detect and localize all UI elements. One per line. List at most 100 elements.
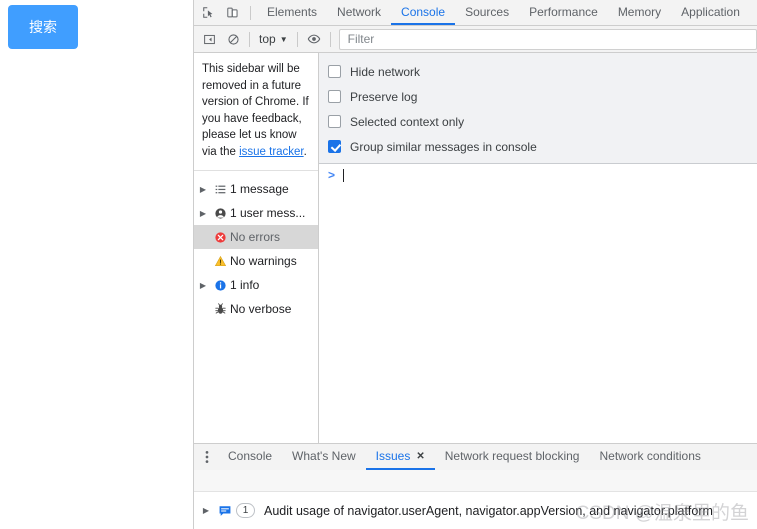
sidebar-item-label: 1 message	[230, 182, 289, 196]
preserve-log-checkbox[interactable]	[328, 90, 341, 103]
tab-sources[interactable]: Sources	[455, 0, 519, 25]
drawer-tab-whats-new[interactable]: What's New	[282, 444, 366, 470]
tab-console[interactable]: Console	[391, 0, 456, 25]
error-glyph	[214, 231, 226, 243]
console-body: This sidebar will be removed in a future…	[194, 53, 757, 443]
clear-console-icon[interactable]	[221, 28, 245, 50]
issue-message-icon	[214, 504, 236, 518]
issues-toolbar	[194, 470, 757, 492]
setting-hide-network[interactable]: Hide network	[319, 59, 757, 84]
toolbar-divider	[296, 31, 298, 47]
console-settings-panel: Hide network Preserve log Selected conte…	[319, 53, 757, 164]
list-icon	[210, 183, 230, 196]
sidebar-item-user-messages[interactable]: ▶ 1 user mess...	[194, 201, 318, 225]
sidebar-deprecation-notice: This sidebar will be removed in a future…	[194, 53, 318, 171]
console-sidebar: This sidebar will be removed in a future…	[194, 53, 319, 443]
console-prompt[interactable]: >	[319, 164, 757, 186]
setting-label: Group similar messages in console	[350, 139, 537, 154]
sidebar-item-errors[interactable]: No errors	[194, 225, 318, 249]
drawer-tab-network-request-blocking[interactable]: Network request blocking	[435, 444, 590, 470]
sidebar-item-label: 1 user mess...	[230, 206, 306, 220]
sidebar-toggle-glyph	[203, 34, 215, 44]
sidebar-item-verbose[interactable]: No verbose	[194, 297, 318, 321]
toolbar-divider	[249, 31, 250, 47]
drawer-tab-issues[interactable]: Issues ✕	[365, 444, 435, 470]
issue-row[interactable]: ▶ 1 Audit usage of navigator.userAgent, …	[194, 492, 757, 529]
drawer-tab-label: What's New	[292, 449, 356, 463]
close-icon[interactable]: ✕	[416, 451, 424, 462]
console-main-panel: Hide network Preserve log Selected conte…	[319, 53, 757, 443]
warning-icon	[210, 255, 230, 268]
more-options-glyph	[205, 451, 209, 463]
user-glyph	[214, 207, 226, 219]
group-similar-checkbox[interactable]	[328, 140, 341, 153]
expand-arrow-icon[interactable]: ▶	[196, 209, 210, 218]
tab-network[interactable]: Network	[327, 0, 391, 25]
console-sidebar-toggle-icon[interactable]	[197, 28, 221, 50]
list-glyph	[215, 185, 225, 193]
setting-preserve-log[interactable]: Preserve log	[319, 84, 757, 109]
drawer-tab-console[interactable]: Console	[218, 444, 282, 470]
selected-context-only-checkbox[interactable]	[328, 115, 341, 128]
filter-input[interactable]	[339, 28, 756, 50]
drawer-tabbar: Console What's New Issues ✕ Network requ…	[194, 443, 757, 470]
toolbar-divider	[329, 31, 331, 47]
sidebar-item-messages[interactable]: ▶ 1 message	[194, 177, 318, 201]
more-options-icon[interactable]	[196, 446, 218, 468]
sidebar-item-label: No verbose	[230, 302, 292, 316]
console-output-area[interactable]	[319, 186, 757, 443]
console-sidebar-tree: ▶ 1 message ▶ 1 user mess... No errors N…	[194, 171, 318, 321]
expand-arrow-icon[interactable]: ▶	[196, 185, 210, 194]
issue-message-glyph	[219, 505, 231, 516]
sidebar-notice-text-2: .	[303, 145, 307, 158]
device-toolbar-glyph	[226, 7, 238, 18]
sidebar-item-label: 1 info	[230, 278, 260, 292]
sidebar-item-label: No errors	[230, 230, 281, 244]
chevron-down-icon: ▼	[279, 34, 288, 44]
sidebar-notice-text-1: This sidebar will be removed in a future…	[202, 63, 309, 158]
filter-field-wrapper[interactable]	[338, 28, 757, 50]
device-toolbar-icon[interactable]	[220, 2, 244, 24]
verbose-bug-icon	[210, 302, 230, 316]
issue-count-badge: 1	[236, 503, 255, 518]
devtools-main-tabbar: Elements Network Console Sources Perform…	[194, 0, 757, 26]
drawer-tab-label: Network request blocking	[444, 449, 580, 463]
setting-label: Preserve log	[350, 89, 418, 104]
setting-group-similar[interactable]: Group similar messages in console	[319, 134, 757, 159]
execution-context-selector[interactable]: top ▼	[254, 29, 293, 49]
text-caret	[343, 168, 345, 182]
sidebar-item-info[interactable]: ▶ 1 info	[194, 273, 318, 297]
live-expression-eye-icon[interactable]	[302, 28, 326, 50]
user-icon	[210, 207, 230, 220]
prompt-chevron-icon: >	[328, 168, 336, 182]
error-icon	[210, 231, 230, 244]
setting-label: Selected context only	[350, 114, 465, 129]
expand-arrow-icon[interactable]: ▶	[198, 506, 214, 515]
tab-elements[interactable]: Elements	[257, 0, 327, 25]
tab-performance[interactable]: Performance	[519, 0, 608, 25]
search-button[interactable]: 搜索	[8, 5, 78, 49]
setting-selected-context-only[interactable]: Selected context only	[319, 109, 757, 134]
eye-glyph	[307, 34, 320, 44]
execution-context-label: top	[259, 32, 276, 46]
setting-label: Hide network	[350, 64, 421, 79]
info-glyph	[214, 279, 226, 291]
toolbar-divider	[250, 5, 251, 20]
inspect-element-glyph	[202, 7, 212, 18]
issue-title: Audit usage of navigator.userAgent, navi…	[264, 503, 713, 518]
expand-arrow-icon[interactable]: ▶	[196, 281, 210, 290]
info-icon	[210, 279, 230, 292]
devtools-window: Elements Network Console Sources Perform…	[193, 0, 757, 529]
drawer-tab-network-conditions[interactable]: Network conditions	[589, 444, 710, 470]
web-page-area: 搜索	[0, 0, 193, 529]
hide-network-checkbox[interactable]	[328, 65, 341, 78]
sidebar-item-warnings[interactable]: No warnings	[194, 249, 318, 273]
tab-memory[interactable]: Memory	[608, 0, 671, 25]
console-toolbar: top ▼	[194, 26, 757, 53]
sidebar-item-label: No warnings	[230, 254, 297, 268]
tab-application[interactable]: Application	[671, 0, 750, 25]
issues-panel: ▶ 1 Audit usage of navigator.userAgent, …	[194, 470, 757, 529]
issue-tracker-link[interactable]: issue tracker	[239, 146, 304, 158]
inspect-element-icon[interactable]	[196, 2, 220, 24]
drawer-tab-label: Issues	[375, 449, 411, 463]
